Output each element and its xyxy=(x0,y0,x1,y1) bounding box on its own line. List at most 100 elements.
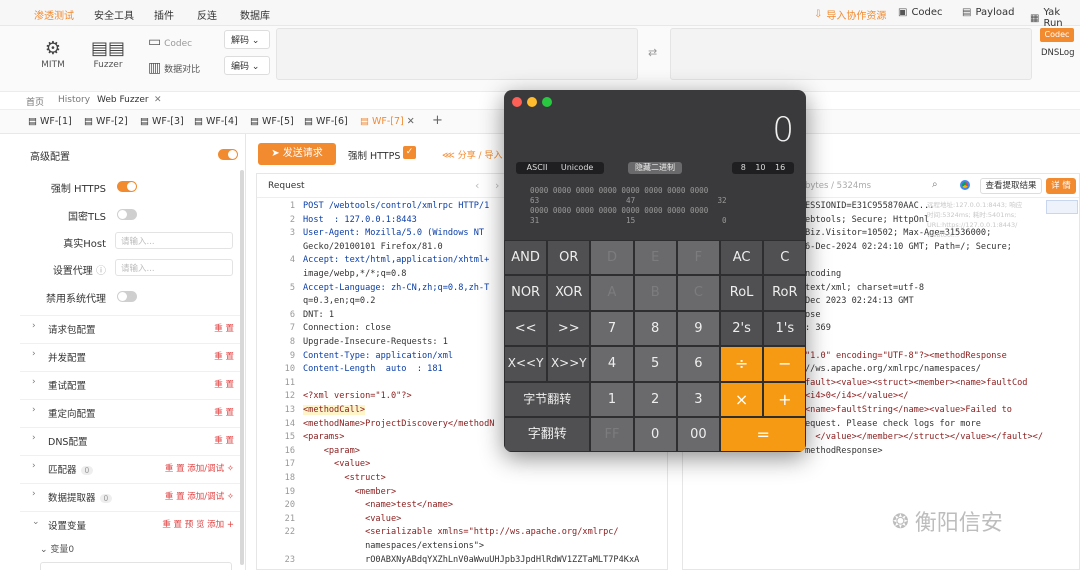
calc-key[interactable]: X>>Y xyxy=(547,346,591,382)
calc-key[interactable]: FF xyxy=(590,417,634,452)
dnslog-side-button[interactable]: DNSLog xyxy=(1041,48,1074,58)
calc-key[interactable]: + xyxy=(763,381,806,417)
prev-icon[interactable]: ‹ xyxy=(475,179,479,192)
tab-wf-6[interactable]: ▤ WF-[6] xyxy=(304,116,348,127)
add-tab-icon[interactable]: + xyxy=(432,113,443,128)
tab-wf-2[interactable]: ▤ WF-[2] xyxy=(84,116,128,127)
encode-dropdown[interactable]: 编码 ⌄ xyxy=(224,56,270,75)
calc-key[interactable]: >> xyxy=(547,310,591,347)
calc-key[interactable]: 2 xyxy=(633,381,677,417)
calc-key[interactable]: AND xyxy=(504,240,548,276)
menu-security-tools[interactable]: 安全工具 xyxy=(94,7,134,22)
menu-reverse[interactable]: 反连 xyxy=(197,7,217,22)
calc-key[interactable]: 4 xyxy=(590,346,634,382)
decode-dropdown[interactable]: 解码 ⌄ xyxy=(224,30,270,49)
calc-key[interactable]: 2's xyxy=(720,310,764,347)
fuzzer-tool[interactable]: ▤▤ Fuzzer xyxy=(84,38,132,70)
disable-proxy-toggle[interactable] xyxy=(117,291,137,302)
calc-key[interactable]: C xyxy=(676,275,720,311)
share-import-button[interactable]: ⋘ 分享 / 导入 xyxy=(442,148,502,161)
calc-key[interactable]: RoR xyxy=(763,275,806,311)
swap-icon[interactable]: ⇄ xyxy=(648,46,657,59)
section-request-config[interactable]: › 请求包配置重 置 xyxy=(20,315,244,339)
calc-key[interactable]: 00 xyxy=(676,417,720,452)
import-collab-button[interactable]: ⇩ 导入协作资源 xyxy=(814,7,886,22)
calc-key[interactable]: 9 xyxy=(676,310,720,347)
calc-key[interactable]: C xyxy=(763,240,806,276)
calc-key[interactable]: 7 xyxy=(590,310,634,347)
view-extract-button[interactable]: 查看提取结果 xyxy=(980,178,1042,194)
calc-key[interactable]: 字节翻转 xyxy=(504,381,591,417)
section-matcher[interactable]: › 匹配器 0 重 置 添加/调试 ✧ xyxy=(20,455,244,479)
calc-key[interactable]: 3 xyxy=(676,381,720,417)
section-retry[interactable]: › 重试配置重 置 xyxy=(20,371,244,395)
tab-wf-7[interactable]: ▤ WF-[7] ✕ xyxy=(360,116,415,127)
close-icon[interactable]: ✕ xyxy=(407,116,415,127)
base-16[interactable]: 16 xyxy=(775,162,785,174)
close-window-icon[interactable] xyxy=(512,97,522,107)
section-dns[interactable]: › DNS配置重 置 xyxy=(20,427,244,451)
base-10[interactable]: 10 xyxy=(755,162,765,174)
hide-binary-button[interactable]: 隐藏二进制 xyxy=(628,162,682,174)
close-icon[interactable]: ✕ xyxy=(154,95,162,105)
calc-key[interactable]: XOR xyxy=(547,275,591,311)
section-extractor[interactable]: › 数据提取器 0 重 置 添加/调试 ✧ xyxy=(20,483,244,507)
calc-key[interactable]: RoL xyxy=(720,275,764,311)
codec-top-button[interactable]: ▣ Codec xyxy=(898,7,943,18)
calc-key[interactable]: E xyxy=(633,240,677,276)
next-icon[interactable]: › xyxy=(495,179,499,192)
calc-key[interactable]: D xyxy=(590,240,634,276)
real-host-input[interactable]: 请输入... xyxy=(115,232,233,249)
compare-tool[interactable]: ▥ 数据对比 xyxy=(148,60,218,76)
base-toggle[interactable]: 8 10 16 xyxy=(732,162,794,174)
menu-pentest[interactable]: 渗透测试 xyxy=(34,7,74,22)
force-https-checkbox[interactable]: ✓ xyxy=(403,146,416,159)
chrome-icon[interactable] xyxy=(960,180,970,190)
tab-wf-4[interactable]: ▤ WF-[4] xyxy=(194,116,238,127)
calc-key[interactable]: − xyxy=(763,346,806,382)
send-request-button[interactable]: ➤ 发送请求 xyxy=(258,143,336,165)
calc-key[interactable]: B xyxy=(633,275,677,311)
calc-key[interactable]: = xyxy=(720,417,806,452)
maximize-window-icon[interactable] xyxy=(542,97,552,107)
mode-unicode[interactable]: Unicode xyxy=(561,162,593,174)
section-variables[interactable]: ⌄ 设置变量重 置 预 览 添加 + xyxy=(20,511,244,535)
codec-side-button[interactable]: Codec xyxy=(1040,28,1074,42)
calc-key[interactable]: ÷ xyxy=(720,346,764,382)
calc-key[interactable]: × xyxy=(720,381,764,417)
search-icon[interactable]: ⌕ xyxy=(932,179,938,190)
codec-input-box[interactable] xyxy=(276,28,638,80)
mitm-tool[interactable]: ⚙ MITM xyxy=(36,38,70,70)
mode-ascii[interactable]: ASCII xyxy=(527,162,548,174)
calc-key[interactable]: 字翻转 xyxy=(504,417,591,452)
calc-key[interactable]: A xyxy=(590,275,634,311)
calc-key[interactable]: 1 xyxy=(590,381,634,417)
calc-key[interactable]: AC xyxy=(720,240,764,276)
menu-plugins[interactable]: 插件 xyxy=(154,7,174,22)
nav-history[interactable]: History xyxy=(58,95,90,105)
gm-tls-toggle[interactable] xyxy=(117,209,137,220)
variable-0-field[interactable] xyxy=(40,562,232,570)
variable-0-item[interactable]: ⌄ 变量0 xyxy=(40,542,74,555)
proxy-input[interactable]: 请输入... xyxy=(115,259,233,276)
calc-key[interactable]: NOR xyxy=(504,275,548,311)
calc-key[interactable]: X<<Y xyxy=(504,346,548,382)
nav-webfuzzer[interactable]: Web Fuzzer xyxy=(97,95,149,105)
base-8[interactable]: 8 xyxy=(741,162,746,174)
force-https-toggle[interactable] xyxy=(117,181,137,192)
codec-output-box[interactable] xyxy=(670,28,1032,80)
advanced-config-toggle[interactable] xyxy=(218,149,238,160)
minimize-window-icon[interactable] xyxy=(527,97,537,107)
nav-home[interactable]: 首页 xyxy=(26,95,44,108)
calc-key[interactable]: 0 xyxy=(633,417,677,452)
tab-wf-3[interactable]: ▤ WF-[3] xyxy=(140,116,184,127)
calc-key[interactable]: 5 xyxy=(633,346,677,382)
calc-key[interactable]: 8 xyxy=(633,310,677,347)
calc-key[interactable]: << xyxy=(504,310,548,347)
tab-wf-1[interactable]: ▤ WF-[1] xyxy=(28,116,72,127)
calc-key[interactable]: 1's xyxy=(763,310,806,347)
calc-key[interactable]: 6 xyxy=(676,346,720,382)
config-scrollbar[interactable] xyxy=(240,170,244,565)
menu-database[interactable]: 数据库 xyxy=(240,7,270,22)
encoding-toggle[interactable]: ASCII Unicode xyxy=(516,162,604,174)
